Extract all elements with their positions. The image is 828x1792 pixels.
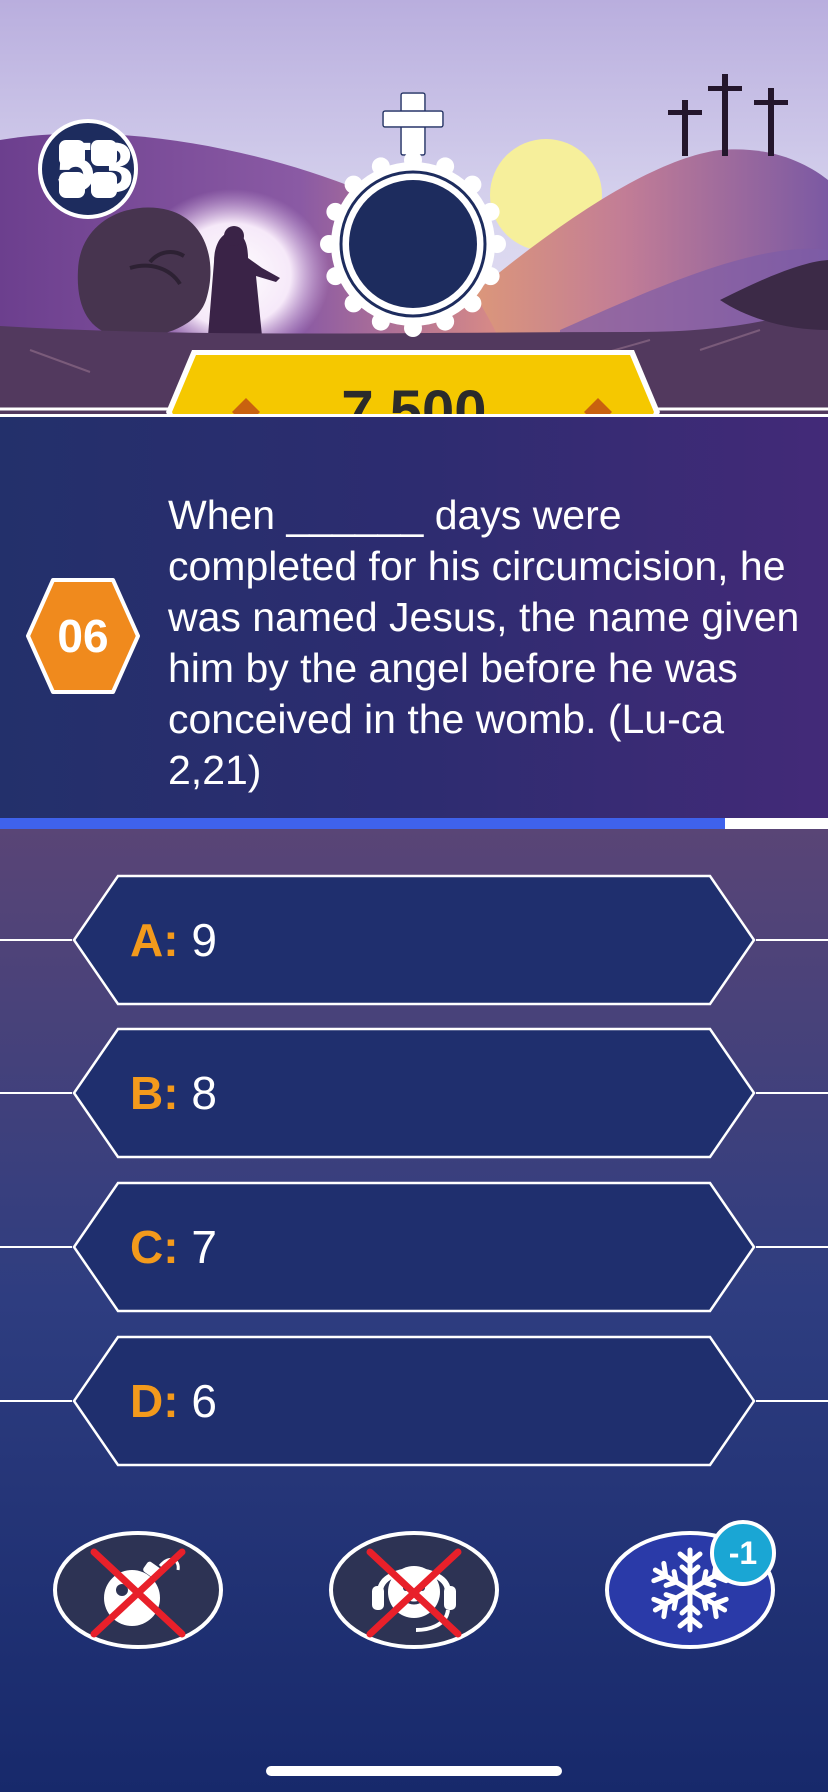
home-indicator — [266, 1766, 562, 1776]
freeze-count-badge: -1 — [710, 1520, 776, 1586]
answer-text: 6 — [191, 1375, 217, 1427]
answer-letter: C: — [130, 1221, 179, 1273]
answer-option-a[interactable]: A: 9 — [0, 874, 828, 1006]
answer-option-b[interactable]: B: 8 — [0, 1027, 828, 1159]
answer-text: 9 — [191, 914, 217, 966]
question-progress-bar — [0, 818, 828, 829]
answer-letter: B: — [130, 1067, 179, 1119]
answer-option-d[interactable]: D: 6 — [0, 1335, 828, 1467]
question-number: 06 — [57, 610, 109, 662]
question-progress-fill — [0, 818, 725, 829]
answer-option-c[interactable]: C: 7 — [0, 1181, 828, 1313]
answer-letter: D: — [130, 1375, 179, 1427]
lifeline-fifty-fifty-button[interactable] — [52, 1530, 224, 1650]
answer-text: 8 — [191, 1067, 217, 1119]
cross-timer-frame-icon — [320, 92, 506, 337]
timer-value: 53 — [56, 128, 134, 206]
countdown-timer — [318, 92, 508, 340]
answer-letter: A: — [130, 914, 179, 966]
question-text: When ______ days were completed for his … — [168, 492, 800, 793]
lifeline-ask-expert-button[interactable] — [328, 1530, 500, 1650]
answer-text: 7 — [191, 1221, 217, 1273]
